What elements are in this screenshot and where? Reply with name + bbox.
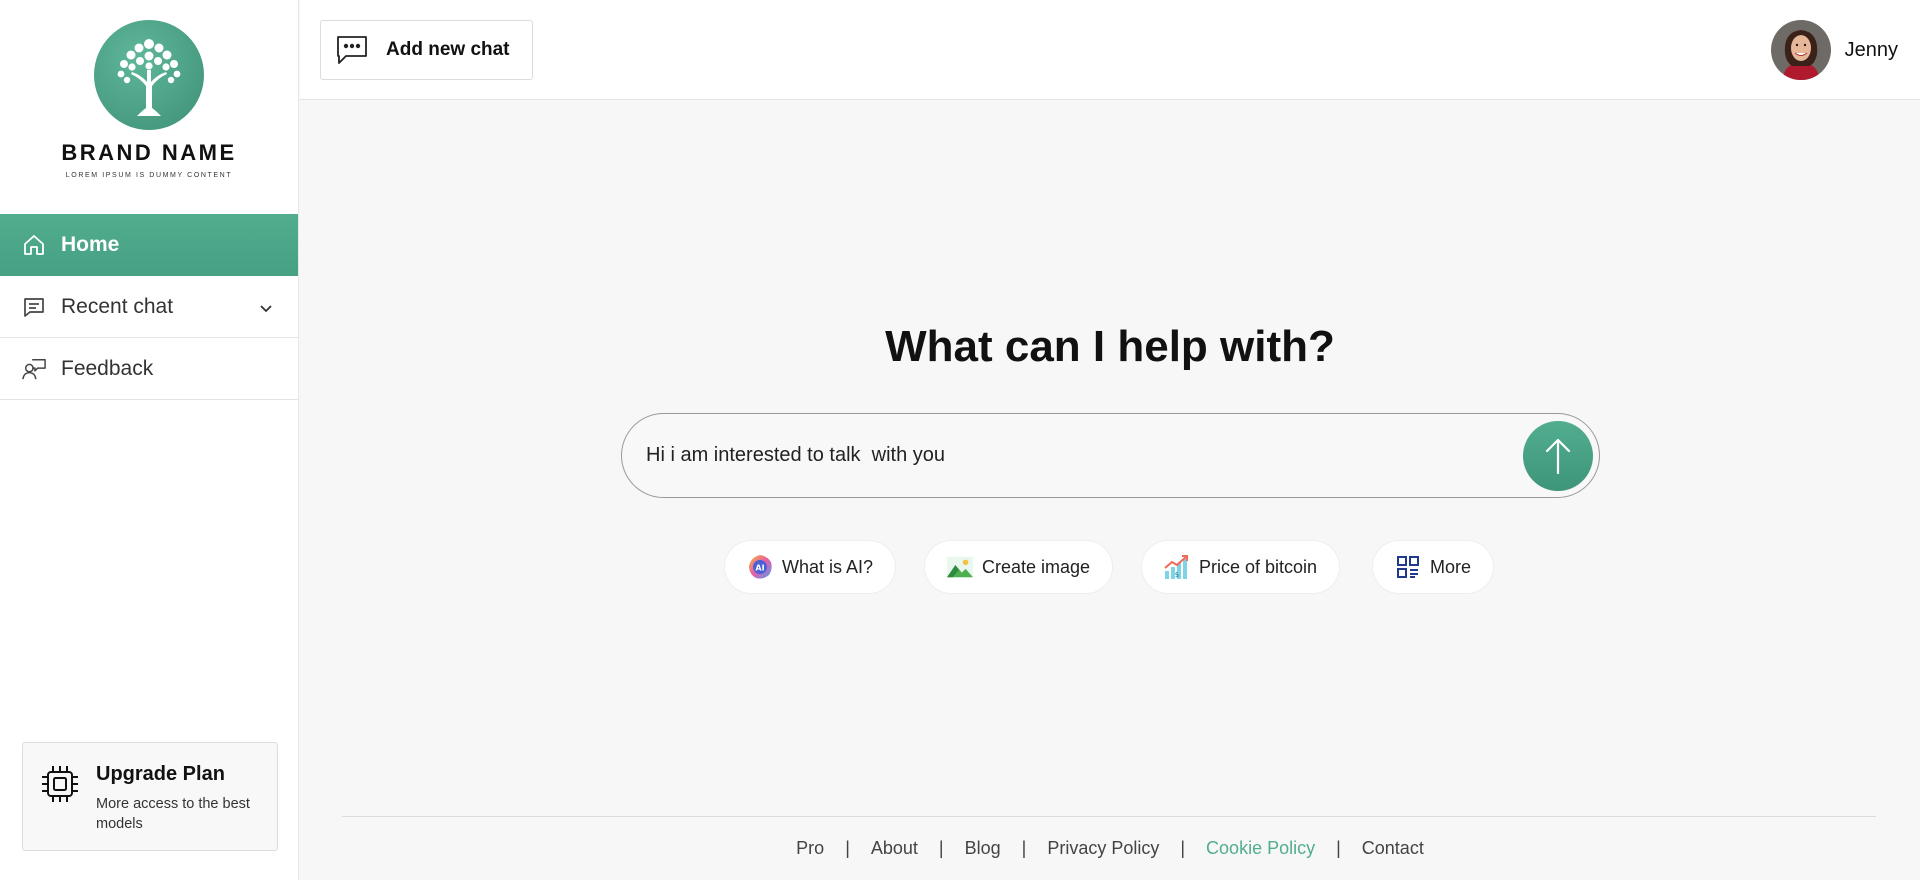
upgrade-description: More access to the best models [96,796,250,832]
send-button[interactable] [1523,421,1593,491]
footer-link-blog[interactable]: Blog [965,838,1001,859]
footer-link-about[interactable]: About [871,838,918,859]
svg-text:$: $ [1175,571,1179,579]
user-name: Jenny [1844,38,1898,61]
upgrade-plan-card[interactable]: Upgrade Plan More access to the best mod… [22,742,278,851]
footer-link-cookie-policy[interactable]: Cookie Policy [1206,838,1315,859]
suggestion-label: Create image [982,556,1091,577]
footer-divider [342,816,1876,817]
add-new-chat-button[interactable]: Add new chat [320,20,533,80]
arrow-up-icon [1543,437,1573,475]
footer-separator: | [938,838,944,858]
suggestion-more[interactable]: More [1372,540,1495,594]
sidebar: BRAND NAME LOREM IPSUM IS DUMMY CONTENT … [0,0,299,880]
suggestion-label: Price of bitcoin [1199,556,1318,577]
prompt-input[interactable] [646,414,1476,497]
chevron-down-icon[interactable] [258,298,274,322]
sidebar-item-recent-chat[interactable]: Recent chat [0,276,298,338]
chip-icon [39,763,81,805]
suggestion-price-of-bitcoin[interactable]: $ Price of bitcoin [1141,540,1341,594]
chat-bubble-icon [336,35,368,65]
sidebar-item-feedback[interactable]: Feedback [0,338,298,400]
footer-separator: | [1336,838,1341,858]
footer-separator: | [1180,838,1186,858]
image-icon [947,554,973,580]
chart-growth-icon: $ [1164,554,1190,580]
sidebar-item-home[interactable]: Home [0,214,298,276]
tree-logo-icon [94,20,204,130]
feedback-icon [22,357,46,381]
grid-icon [1395,554,1421,580]
prompt-box [621,413,1600,498]
suggestion-create-image[interactable]: Create image [924,540,1114,594]
avatar[interactable] [1770,20,1831,80]
brand-tagline: LOREM IPSUM IS DUMMY CONTENT [65,172,233,179]
footer-link-pro[interactable]: Pro [796,838,824,859]
upgrade-title: Upgrade Plan [96,763,225,785]
sidebar-item-label: Home [61,233,120,256]
footer-separator: | [1021,838,1027,858]
footer: Pro | About | Blog | Privacy Policy | Co… [300,838,1920,859]
user-menu[interactable]: Jenny [1770,20,1898,80]
home-icon [22,233,46,257]
footer-link-privacy-policy[interactable]: Privacy Policy [1047,838,1159,859]
svg-text:AI: AI [755,564,764,573]
sidebar-item-label: Feedback [61,356,154,380]
footer-separator: | [845,838,850,858]
upgrade-text: Upgrade Plan More access to the best mod… [96,763,261,832]
brand: BRAND NAME LOREM IPSUM IS DUMMY CONTENT [0,0,298,214]
page-title: What can I help with? [885,322,1335,371]
footer-link-contact[interactable]: Contact [1362,838,1424,859]
suggestion-what-is-ai[interactable]: AI What is AI? [724,540,897,594]
top-header: Add new chat Jenny [300,0,1920,100]
sidebar-nav: Home Recent chat Feedback [0,214,298,400]
suggestion-label: What is AI? [782,556,874,577]
suggestion-label: More [1430,556,1472,577]
chat-list-icon [22,295,46,319]
brand-name: BRAND NAME [61,140,237,165]
sidebar-item-label: Recent chat [61,294,174,318]
ai-badge-icon: AI [747,554,773,580]
add-new-chat-label: Add new chat [386,39,510,60]
